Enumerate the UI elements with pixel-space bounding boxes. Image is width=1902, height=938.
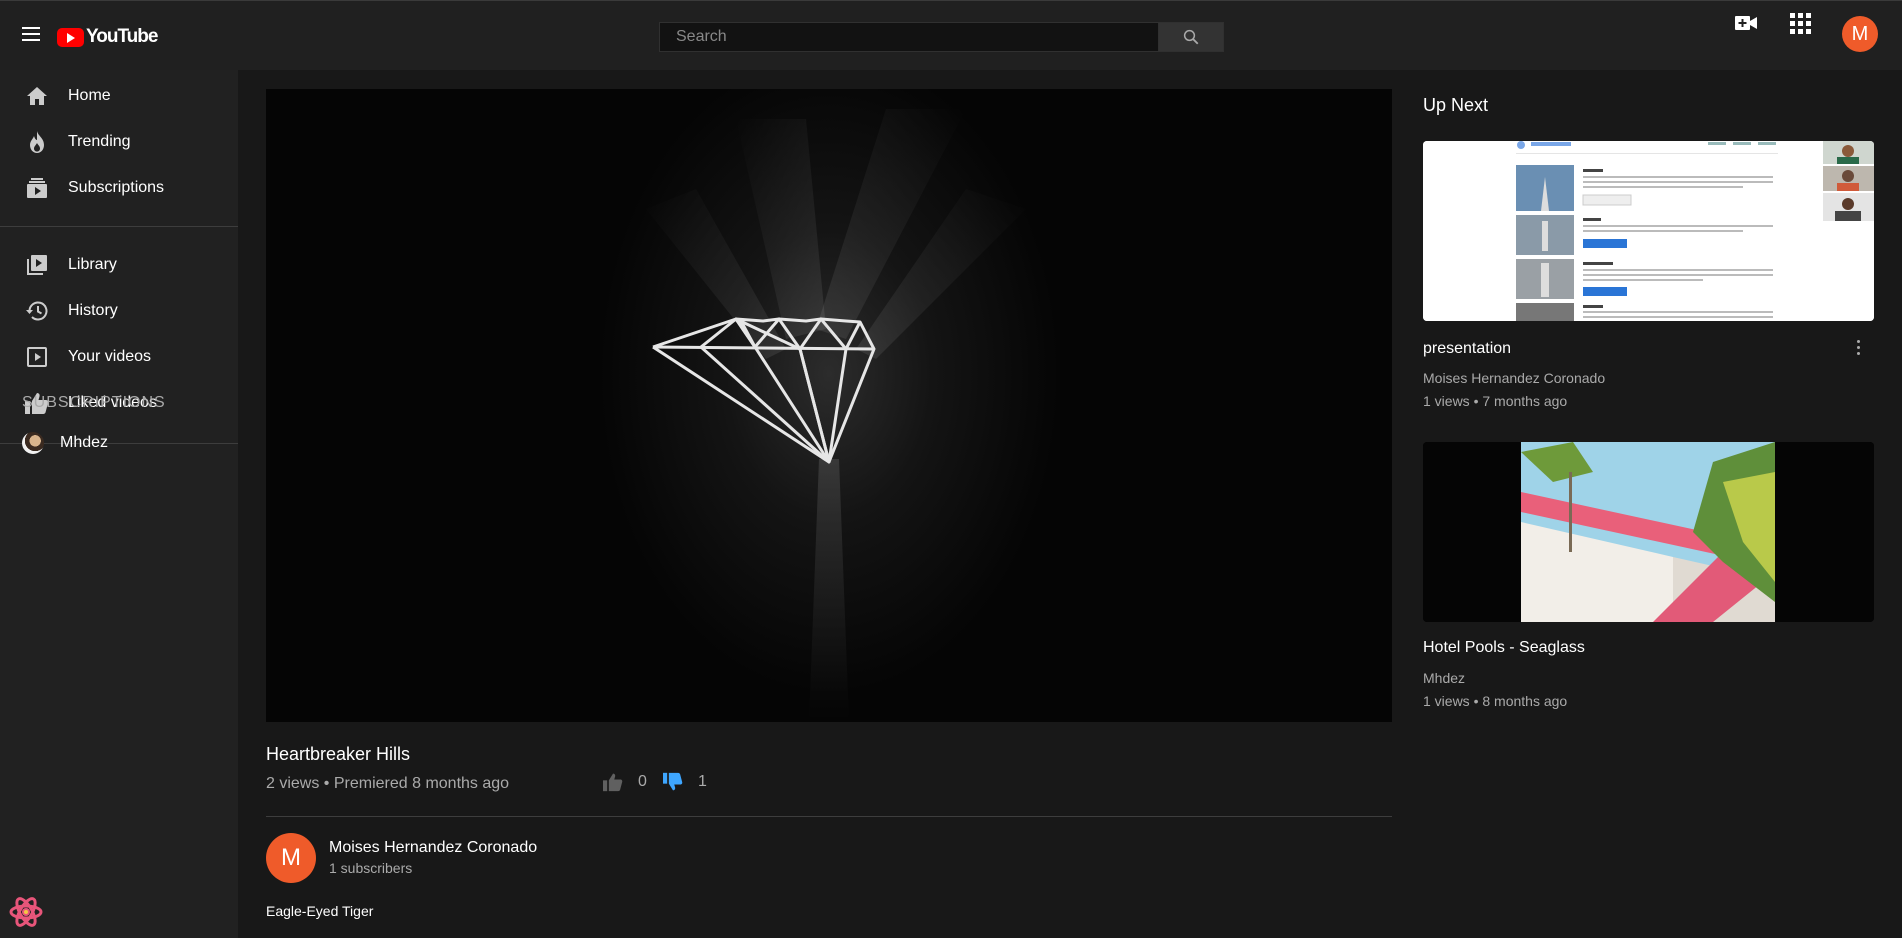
- dislike-button[interactable]: [662, 772, 684, 797]
- youtube-logo[interactable]: YouTube: [57, 25, 158, 49]
- up-next-heading: Up Next: [1423, 95, 1489, 115]
- diamond-graphic: [646, 109, 1026, 722]
- menu-icon[interactable]: [22, 27, 40, 43]
- sidebar-item-home[interactable]: Home: [0, 76, 238, 116]
- top-bar: YouTube M: [0, 0, 1902, 70]
- video-player[interactable]: [266, 89, 1392, 722]
- hotel-pools-thumbnail-image: [1423, 442, 1874, 622]
- up-next-stats: 1 views • 8 months ago: [1423, 693, 1568, 709]
- sidebar-divider: [0, 226, 238, 227]
- thumbs-up-icon: [603, 773, 623, 792]
- sidebar-item-label: History: [68, 302, 118, 319]
- divider: [266, 816, 1392, 817]
- video-thumbnail[interactable]: [1423, 442, 1874, 622]
- up-next-channel[interactable]: Mhdez: [1423, 670, 1465, 686]
- sidebar-item-library[interactable]: Library: [0, 245, 238, 285]
- search-button[interactable]: [1159, 22, 1224, 52]
- owner-avatar[interactable]: M: [266, 833, 316, 883]
- sidebar-item-trending[interactable]: Trending: [0, 122, 238, 162]
- subscriptions-icon: [24, 175, 50, 201]
- library-icon: [24, 252, 50, 278]
- sidebar-item-label: Library: [68, 256, 117, 273]
- search-input[interactable]: [659, 22, 1159, 52]
- owner-subscriber-count: 1 subscribers: [329, 860, 413, 876]
- sidebar-item-history[interactable]: History: [0, 291, 238, 331]
- flame-icon: [24, 129, 50, 155]
- up-next-video-title[interactable]: presentation: [1423, 340, 1511, 358]
- channel-avatar: [22, 432, 44, 454]
- sidebar-item-label: Home: [68, 87, 111, 104]
- sidebar-item-label: Trending: [68, 133, 131, 150]
- logo-text: YouTube: [86, 26, 158, 47]
- history-icon: [24, 298, 50, 324]
- sidebar-item-label: Subscriptions: [68, 179, 165, 196]
- dislike-count: 1: [698, 773, 707, 790]
- subscription-label: Mhdez: [60, 434, 109, 451]
- subscription-item-mhdez[interactable]: Mhdez: [0, 423, 238, 463]
- sidebar: Home Trending Subscriptions Library Hist…: [0, 70, 238, 938]
- up-next-channel[interactable]: Moises Hernandez Coronado: [1423, 370, 1605, 386]
- home-icon: [24, 83, 50, 109]
- presentation-thumbnail-image: [1423, 141, 1874, 321]
- subscriptions-heading: SUBSCRIPTIONS: [22, 394, 166, 411]
- like-count: 0: [638, 773, 647, 790]
- react-dev-icon[interactable]: [6, 892, 46, 932]
- search-bar: [659, 22, 1224, 52]
- sidebar-item-subscriptions[interactable]: Subscriptions: [0, 168, 238, 208]
- more-options-icon[interactable]: [1857, 340, 1861, 358]
- youtube-play-icon: [57, 27, 84, 47]
- like-button[interactable]: [602, 772, 624, 797]
- sidebar-item-your-videos[interactable]: Your videos: [0, 337, 238, 377]
- video-description: Eagle-Eyed Tiger: [266, 903, 374, 919]
- apps-icon[interactable]: [1790, 13, 1811, 34]
- video-thumbnail[interactable]: [1423, 141, 1874, 321]
- up-next-video-title[interactable]: Hotel Pools - Seaglass: [1423, 639, 1585, 657]
- account-avatar[interactable]: M: [1842, 16, 1878, 52]
- video-meta: 2 views • Premiered 8 months ago: [266, 775, 510, 792]
- search-icon: [1183, 29, 1199, 45]
- create-video-icon[interactable]: [1734, 13, 1758, 38]
- play-square-icon: [24, 344, 50, 370]
- owner-name[interactable]: Moises Hernandez Coronado: [329, 839, 537, 857]
- thumbs-down-icon: [663, 772, 683, 791]
- video-title: Heartbreaker Hills: [266, 744, 411, 764]
- sidebar-item-label: Your videos: [68, 348, 152, 365]
- up-next-stats: 1 views • 7 months ago: [1423, 393, 1568, 409]
